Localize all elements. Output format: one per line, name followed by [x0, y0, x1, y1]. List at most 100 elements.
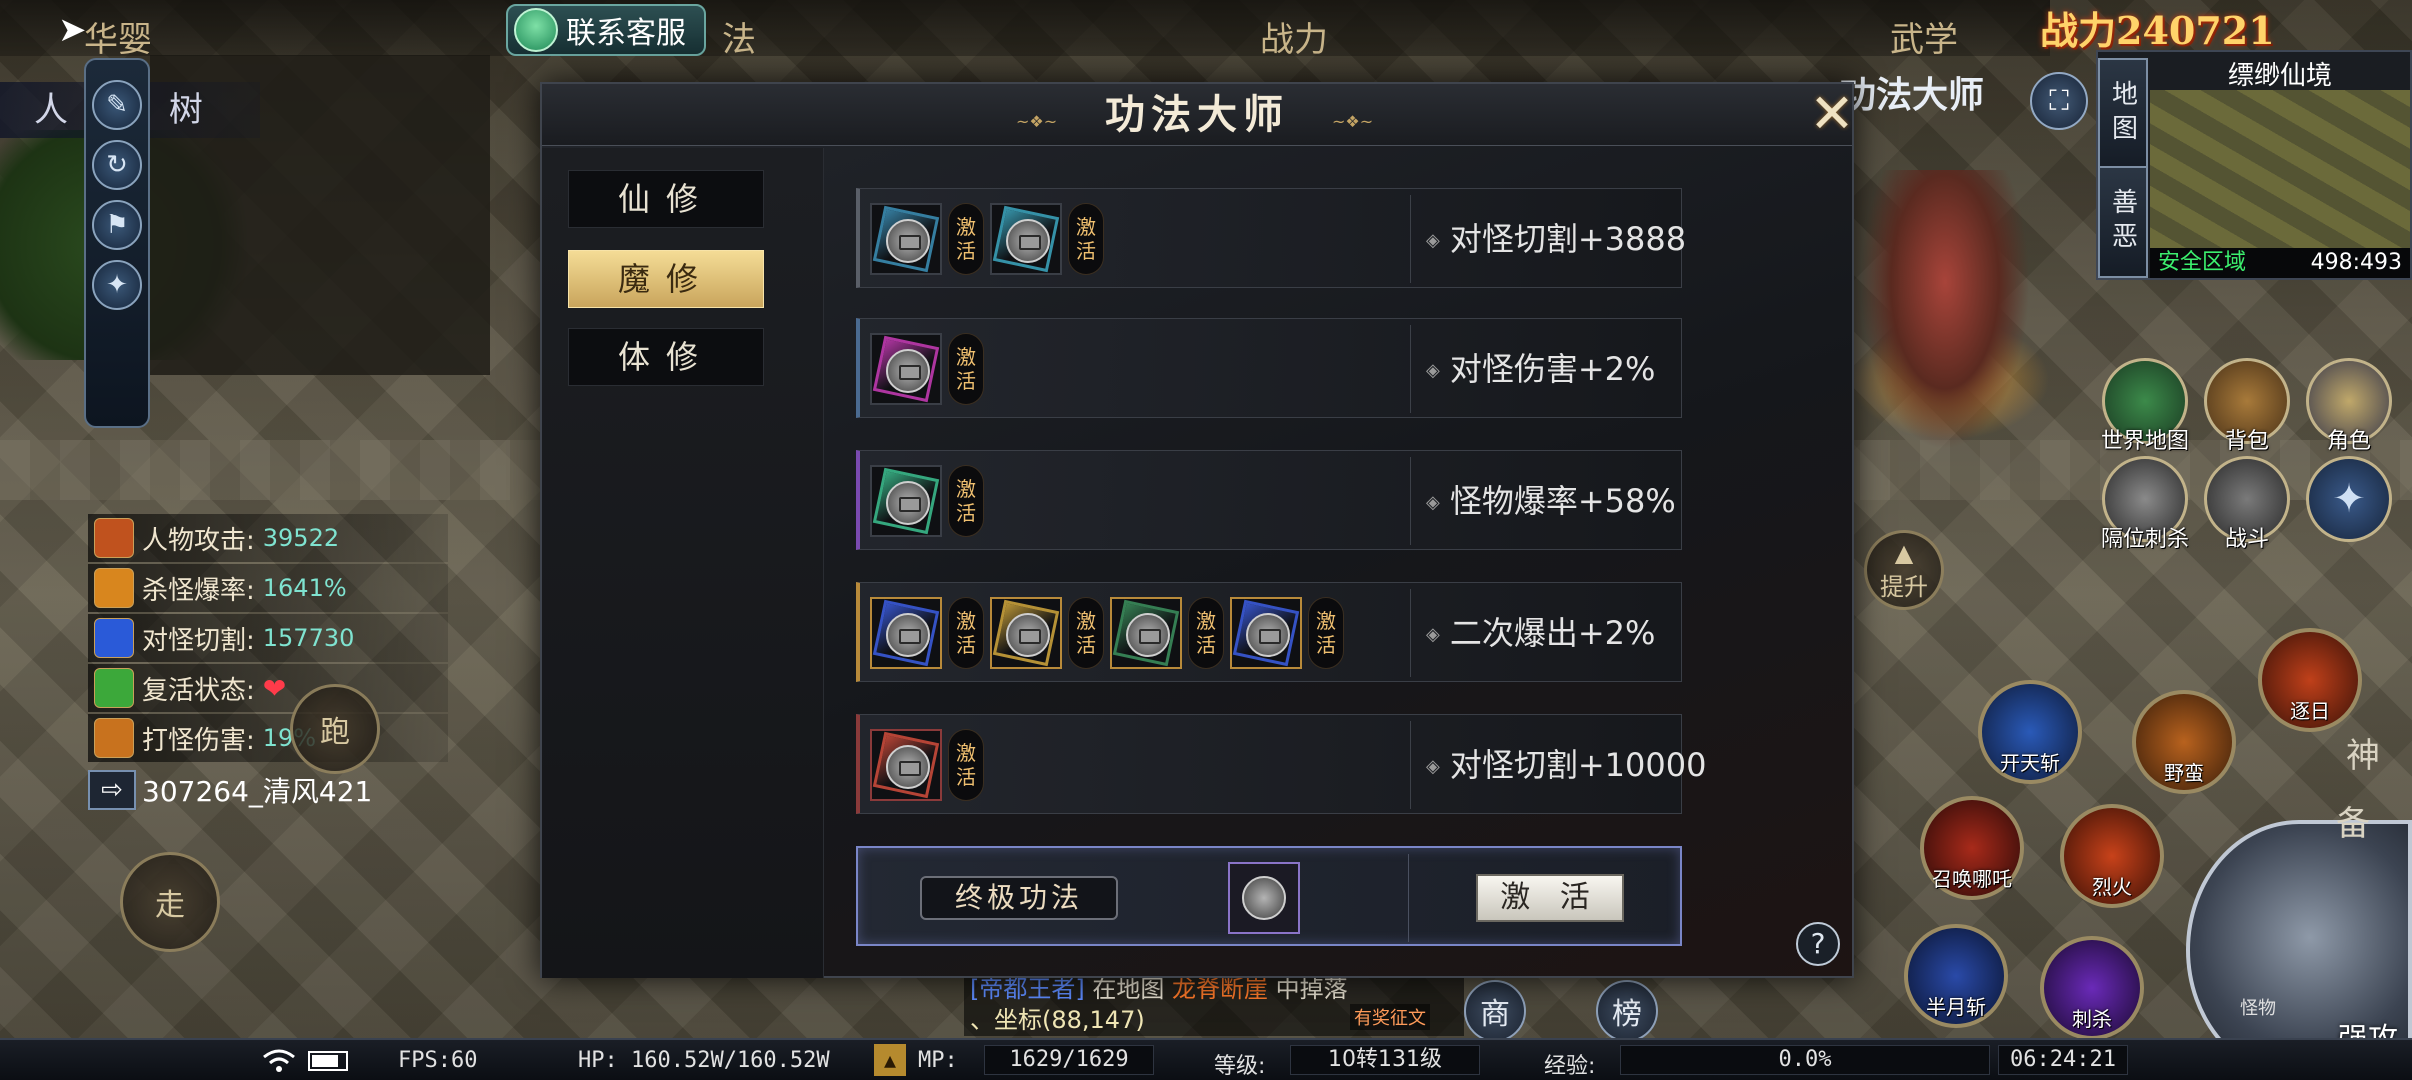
bag-icon[interactable]: 背包	[2204, 358, 2290, 454]
ultimate-activate-button[interactable]: 激 活	[1476, 874, 1624, 922]
title-ornament-right: ~❖~	[1332, 112, 1374, 131]
player-row: ⇨ 307264_清风421	[88, 770, 372, 810]
skill-row: 激活 ◈ 对怪伤害+2%	[856, 318, 1682, 418]
activate-tag[interactable]: 激活	[948, 597, 984, 669]
activate-tag[interactable]: 激活	[1188, 597, 1224, 669]
skill-book-item[interactable]	[870, 465, 942, 537]
stab-label: 隔位刺杀	[2101, 527, 2190, 552]
skill-zhuri[interactable]: 逐日	[2258, 628, 2362, 732]
activate-tag[interactable]: 激活	[1068, 203, 1104, 275]
stab-icon[interactable]: 隔位刺杀	[2101, 456, 2189, 552]
shop-button[interactable]: 商	[1464, 980, 1526, 1042]
close-icon[interactable]: ✕	[1802, 86, 1862, 146]
level-label: 等级:	[1214, 1054, 1266, 1079]
skill-liehuo[interactable]: 烈火	[2060, 804, 2164, 908]
stat-label: 打怪伤害:	[142, 725, 255, 756]
flag-icon[interactable]: ⚑	[92, 200, 142, 250]
activate-tag[interactable]: 激活	[948, 203, 984, 275]
skill-book-item[interactable]	[990, 597, 1062, 669]
scroll-icon[interactable]: ✎	[92, 80, 142, 130]
activate-tag[interactable]: 激活	[1068, 597, 1104, 669]
stat-value: 39522	[262, 524, 340, 552]
skill-label: 半月斩	[1926, 995, 1986, 1019]
slot-group: 激活 激活	[870, 203, 1104, 275]
battle-label: 战斗	[2224, 527, 2269, 552]
arrow-right-icon[interactable]: ⇨	[88, 770, 136, 810]
help-icon[interactable]: ?	[1796, 922, 1840, 966]
expand-arrow-icon[interactable]: ➤	[58, 10, 87, 50]
karma-button[interactable]: 善恶	[2098, 166, 2148, 278]
skill-label: 开天斩	[2000, 751, 2060, 775]
skill-book-item[interactable]	[870, 203, 942, 275]
skill-row: 激活 激活 激活 激活 ◈ 二次爆出+2%	[856, 582, 1682, 682]
skill-book-item[interactable]	[870, 729, 942, 801]
skill-row: 激活 ◈ 怪物爆率+58%	[856, 450, 1682, 550]
skill-book-item[interactable]	[990, 203, 1062, 275]
row-bonus-text: 二次爆出+2%	[1449, 614, 1656, 652]
skill-book-item[interactable]	[1230, 597, 1302, 669]
category-xianxiu[interactable]: 仙修	[568, 170, 764, 228]
collapse-icon[interactable]: ⛶	[2030, 72, 2088, 130]
bullet-icon: ◈	[1426, 492, 1440, 513]
skill-book-item[interactable]	[1110, 597, 1182, 669]
skill-cisha[interactable]: 刺杀	[2040, 936, 2144, 1040]
row-bonus-text: 对怪伤害+2%	[1449, 350, 1656, 388]
top-tab-0[interactable]: 华婴	[84, 12, 152, 61]
crosshair-icon[interactable]: ✦	[2306, 456, 2392, 542]
skill-summon[interactable]: 召唤哪吒	[1920, 796, 2024, 900]
refresh-icon[interactable]: ↻	[92, 140, 142, 190]
upgrade-button[interactable]: ▲ 提升	[1864, 530, 1944, 610]
chest-icon	[1126, 613, 1170, 657]
npc-character[interactable]	[1860, 170, 2030, 450]
stat-row-cut: 对怪切割: 157730	[88, 614, 448, 662]
top-tab-2[interactable]: 战力	[1260, 12, 1328, 61]
side-text-shen[interactable]: 神	[2346, 728, 2380, 777]
side-text-bei[interactable]: 备	[2336, 796, 2370, 845]
safe-zone-label: 安全区域	[2158, 250, 2247, 275]
slot-group: 激活 激活 激活 激活	[870, 597, 1344, 669]
upgrade-label: 提升	[1880, 572, 1928, 601]
reward-tag[interactable]: 有奖征文	[1350, 1004, 1430, 1030]
stat-label: 复活状态:	[142, 675, 255, 706]
ultimate-skill-book[interactable]	[1228, 862, 1300, 934]
compass-icon[interactable]: ✦	[92, 260, 142, 310]
level-readout: 10转131级	[1290, 1045, 1480, 1075]
up-arrow-icon[interactable]: ▲	[874, 1044, 906, 1076]
skill-label: 召唤哪吒	[1932, 867, 2012, 891]
battery-icon	[308, 1051, 348, 1071]
category-moxiu[interactable]: 魔修	[568, 250, 764, 308]
map-button[interactable]: 地图	[2098, 58, 2148, 170]
skill-book-item[interactable]	[870, 333, 942, 405]
map-zone-bar: 安全区域 498:493	[2150, 248, 2410, 278]
skill-yeman[interactable]: 野蛮	[2132, 690, 2236, 794]
top-bar	[0, 0, 2050, 56]
skill-banyue[interactable]: 半月斩	[1904, 924, 2008, 1028]
activate-tag[interactable]: 激活	[948, 729, 984, 801]
stat-row-drop-rate: 杀怪爆率: 1641%	[88, 564, 448, 612]
skill-book-item[interactable]	[870, 597, 942, 669]
activate-tag[interactable]: 激活	[1308, 597, 1344, 669]
walk-button[interactable]: 走	[120, 852, 220, 952]
bullet-icon: ◈	[1426, 756, 1440, 777]
activate-tag[interactable]: 激活	[948, 465, 984, 537]
chest-icon	[886, 349, 930, 393]
run-button[interactable]: 跑	[290, 684, 380, 774]
top-tab-1[interactable]: 法	[722, 12, 756, 61]
stat-row-damage: 打怪伤害: 19%	[88, 714, 448, 762]
ultimate-label: 终极功法	[920, 876, 1118, 920]
category-tixiu[interactable]: 体修	[568, 328, 764, 386]
ultimate-row: 终极功法 激 活	[856, 846, 1682, 946]
top-tab-3[interactable]: 武学	[1890, 12, 1958, 61]
stat-row-attack: 人物攻击: 39522	[88, 514, 448, 562]
world-map-icon[interactable]: 世界地图	[2101, 358, 2189, 454]
chest-icon	[886, 745, 930, 789]
ranking-button[interactable]: 榜	[1596, 980, 1658, 1042]
customer-service-button[interactable]: 联系客服	[506, 4, 706, 56]
minimap[interactable]	[2150, 90, 2410, 248]
row-bonus-text: 对怪切割+3888	[1449, 220, 1687, 258]
skill-label: 刺杀	[2072, 1007, 2112, 1031]
activate-tag[interactable]: 激活	[948, 333, 984, 405]
battle-icon[interactable]: 战斗	[2204, 456, 2290, 552]
skill-kaitianzhan[interactable]: 开天斩	[1978, 680, 2082, 784]
character-icon[interactable]: 角色	[2306, 358, 2392, 454]
